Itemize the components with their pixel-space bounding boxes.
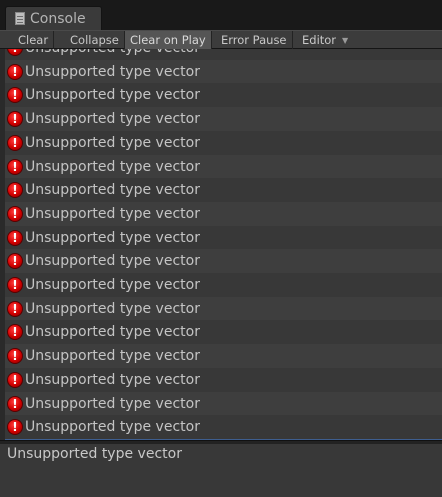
log-detail-panel: Unsupported type vector: [0, 444, 442, 497]
error-icon: !: [7, 111, 23, 128]
log-entry-message: Unsupported type vector: [25, 371, 200, 388]
log-entry-message: Unsupported type vector: [25, 395, 200, 412]
error-icon: !: [7, 229, 23, 246]
log-entry[interactable]: !Unsupported type vector: [5, 130, 442, 155]
error-icon: !: [7, 253, 23, 270]
error-icon: !: [7, 49, 23, 56]
log-entry-message: Unsupported type vector: [25, 158, 200, 175]
log-entry-message: Unsupported type vector: [25, 277, 200, 293]
log-entry-message: Unsupported type vector: [25, 182, 200, 199]
log-entry[interactable]: !Unsupported type vector: [5, 59, 442, 84]
log-entry-message: Unsupported type vector: [25, 63, 200, 80]
log-entry-message: Unsupported type vector: [25, 419, 200, 436]
tab-console-label: Console: [30, 10, 86, 27]
log-detail-message: Unsupported type vector: [7, 446, 182, 462]
log-entry-message: Unsupported type vector: [25, 253, 200, 270]
log-list[interactable]: ! Unsupported type vector! Unsupported typ…: [5, 49, 442, 440]
log-entry-message: Unsupported type vector: [25, 49, 200, 56]
error-icon: !: [7, 348, 23, 365]
editor-dropdown-label: Editor: [302, 33, 337, 47]
error-icon: !: [7, 371, 23, 388]
editor-dropdown[interactable]: Editor ▼: [297, 31, 348, 49]
log-entry-message: Unsupported type vector: [25, 348, 200, 365]
console-toolbar: Clear Collapse Clear on Play Error Pause…: [0, 30, 442, 49]
console-icon: [15, 12, 25, 25]
log-entry[interactable]: !Unsupported type vector: [5, 344, 442, 369]
log-entry[interactable]: !Unsupported type vector: [5, 367, 442, 392]
log-entry[interactable]: !Unsupported type vector: [5, 391, 442, 416]
log-entry[interactable]: !Unsupported type vector: [5, 273, 442, 297]
log-entry-message: Unsupported type vector: [25, 111, 200, 128]
log-entry[interactable]: !Unsupported type vector: [5, 296, 442, 321]
log-entry[interactable]: !Unsupported type vector: [5, 415, 442, 440]
error-icon: !: [7, 395, 23, 412]
log-entry[interactable]: !Unsupported type vector: [5, 249, 442, 274]
log-entry-message: Unsupported type vector: [25, 229, 200, 246]
clear-button[interactable]: Clear: [13, 31, 55, 49]
error-icon: !: [7, 419, 23, 436]
log-entry-message: Unsupported type vector: [25, 205, 200, 222]
log-entry-message: Unsupported type vector: [25, 324, 200, 341]
error-pause-toggle[interactable]: Error Pause: [216, 31, 293, 49]
error-icon: !: [7, 134, 23, 151]
log-entry[interactable]: !Unsupported type vector: [5, 49, 442, 60]
log-entry[interactable]: !Unsupported type vector: [5, 83, 442, 108]
console-window: Console Clear Collapse Clear on Play Err…: [0, 0, 442, 497]
log-entry-message: Unsupported type vector: [25, 87, 200, 104]
error-icon: !: [7, 324, 23, 341]
log-entry[interactable]: !Unsupported type vector: [5, 178, 442, 203]
clear-on-play-toggle[interactable]: Clear on Play: [125, 31, 212, 49]
error-icon: !: [7, 158, 23, 175]
collapse-toggle[interactable]: Collapse: [65, 31, 125, 49]
error-icon: !: [7, 300, 23, 317]
log-entry[interactable]: !Unsupported type vector: [5, 201, 442, 226]
error-icon: !: [7, 277, 23, 293]
error-icon: !: [7, 87, 23, 104]
log-entry-message: Unsupported type vector: [25, 300, 200, 317]
tab-console[interactable]: Console: [5, 6, 102, 30]
chevron-down-icon: ▼: [342, 36, 349, 45]
error-icon: !: [7, 205, 23, 222]
log-entry[interactable]: !Unsupported type vector: [5, 154, 442, 179]
log-entry[interactable]: !Unsupported type vector: [5, 320, 442, 345]
log-entry-message: Unsupported type vector: [25, 134, 200, 151]
error-icon: !: [7, 182, 23, 199]
log-entry[interactable]: !Unsupported type vector: [5, 107, 442, 132]
error-icon: !: [7, 63, 23, 80]
log-entry[interactable]: !Unsupported type vector: [5, 225, 442, 250]
tab-strip: Console: [0, 0, 442, 30]
